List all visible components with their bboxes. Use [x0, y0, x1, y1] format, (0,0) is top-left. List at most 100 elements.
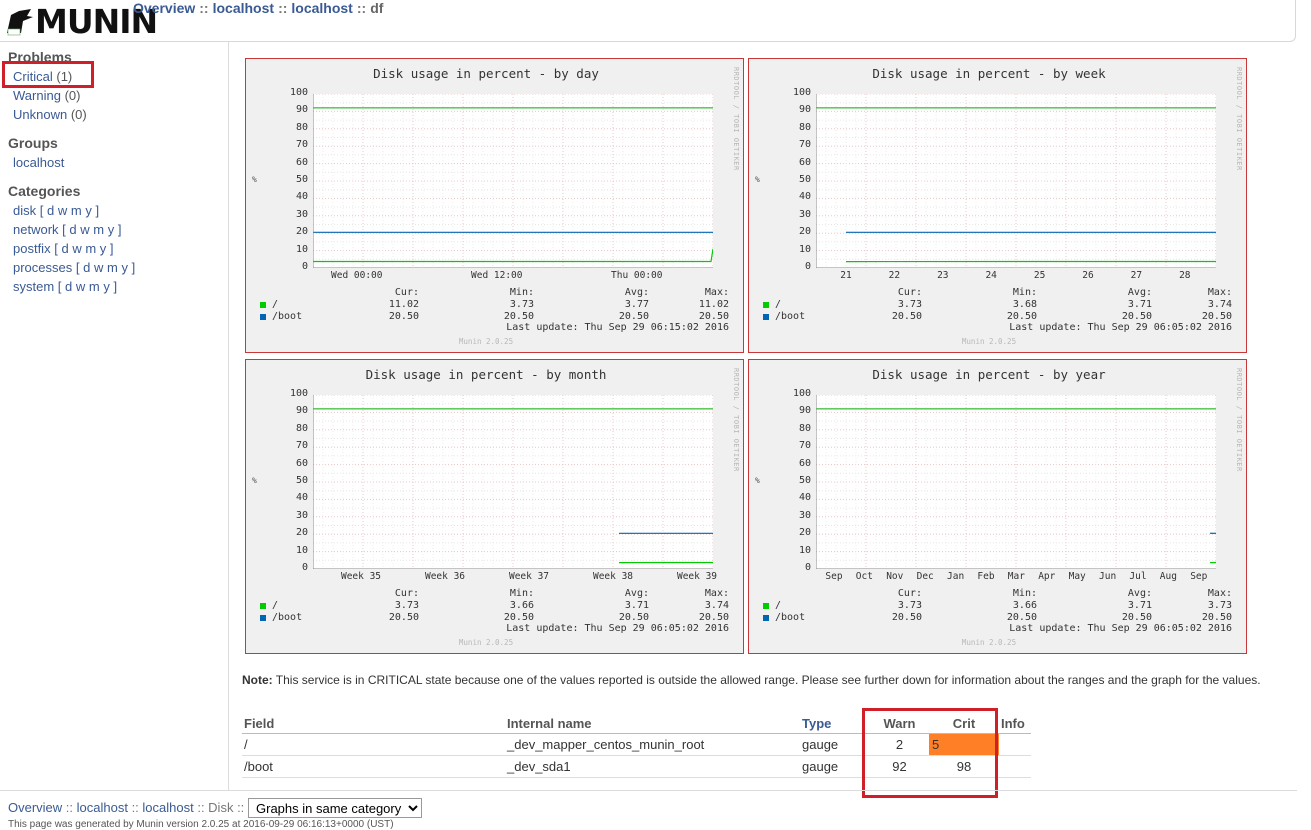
- category-period-link[interactable]: m: [85, 241, 96, 256]
- y-tick-label: 10: [268, 244, 308, 255]
- y-tick-label: 90: [268, 405, 308, 416]
- legend-swatch: [763, 615, 769, 621]
- legend-value: 3.66: [464, 600, 534, 611]
- category-link[interactable]: disk: [13, 203, 36, 218]
- category-period-link[interactable]: w: [72, 241, 81, 256]
- internal-name-cell: _dev_mapper_centos_munin_root: [505, 733, 800, 755]
- disk-usage-graph[interactable]: Disk usage in percent - by monthRRDTOOL …: [245, 359, 744, 654]
- legend-value: 20.50: [579, 612, 649, 623]
- legend-value: 20.50: [579, 311, 649, 322]
- legend-swatch: [260, 302, 266, 308]
- legend-header: Min:: [967, 287, 1037, 298]
- x-tick-label: Sep: [1177, 571, 1221, 582]
- footer-crumb-localhost-host[interactable]: localhost: [142, 800, 193, 815]
- y-tick-label: 90: [771, 104, 811, 115]
- disk-usage-graph[interactable]: Disk usage in percent - by yearRRDTOOL /…: [748, 359, 1247, 654]
- munin-logo[interactable]: MUNIN: [5, 3, 127, 39]
- legend-value: 20.50: [1162, 612, 1232, 623]
- munin-version: Munin 2.0.25: [246, 638, 726, 647]
- legend-swatch: [763, 302, 769, 308]
- problem-unknown-link[interactable]: Unknown (0): [13, 107, 87, 123]
- legend-series-name: /: [272, 600, 278, 611]
- y-tick-label: 0: [268, 261, 308, 272]
- category-0-row: disk [ d w m y ]: [13, 203, 99, 219]
- category-period-link[interactable]: y: [103, 279, 110, 294]
- category-period-link[interactable]: y: [100, 241, 107, 256]
- breadcrumb-localhost-group[interactable]: localhost: [213, 0, 274, 16]
- footer-crumb-overview[interactable]: Overview: [8, 800, 62, 815]
- y-tick-label: 50: [268, 174, 308, 185]
- category-period-link[interactable]: d: [47, 203, 54, 218]
- category-period-link[interactable]: d: [65, 279, 72, 294]
- category-period-link[interactable]: d: [83, 260, 90, 275]
- y-tick-label: 80: [771, 423, 811, 434]
- graph-svg: [816, 395, 1216, 569]
- category-period-link[interactable]: w: [58, 203, 67, 218]
- legend-series-name: /: [272, 299, 278, 310]
- x-tick-label: Week 36: [423, 571, 467, 582]
- y-tick-label: 60: [771, 458, 811, 469]
- breadcrumb-overview[interactable]: Overview: [133, 0, 195, 16]
- disk-usage-graph[interactable]: Disk usage in percent - by weekRRDTOOL /…: [748, 58, 1247, 353]
- category-period-link[interactable]: m: [71, 203, 82, 218]
- graph-title: Disk usage in percent - by month: [246, 367, 726, 382]
- y-tick-label: 0: [268, 562, 308, 573]
- category-period-link[interactable]: d: [69, 222, 76, 237]
- y-tick-label: 10: [268, 545, 308, 556]
- internal-name-cell: _dev_sda1: [505, 755, 800, 777]
- category-period-link[interactable]: y: [121, 260, 128, 275]
- category-period-link[interactable]: d: [61, 241, 68, 256]
- category-period-link[interactable]: y: [85, 203, 92, 218]
- legend-value: 20.50: [659, 612, 729, 623]
- last-update-text: Last update: Thu Sep 29 06:15:02 2016: [506, 322, 729, 333]
- category-link[interactable]: network: [13, 222, 59, 237]
- legend-value: 3.74: [659, 600, 729, 611]
- group-localhost-link[interactable]: localhost: [13, 155, 64, 170]
- field-cell: /boot: [242, 755, 505, 777]
- category-period-link[interactable]: w: [76, 279, 85, 294]
- legend-header: Avg:: [1082, 287, 1152, 298]
- legend-header: Avg:: [579, 588, 649, 599]
- category-period-link[interactable]: y: [108, 222, 115, 237]
- problem-warning-link[interactable]: Warning (0): [13, 88, 80, 104]
- disk-usage-graph[interactable]: Disk usage in percent - by dayRRDTOOL / …: [245, 58, 744, 353]
- legend-series-name: /boot: [775, 311, 805, 322]
- x-tick-label: Wed 00:00: [331, 270, 375, 281]
- plot-area: [816, 94, 1216, 268]
- category-period-link[interactable]: w: [80, 222, 89, 237]
- y-tick-label: 100: [771, 388, 811, 399]
- legend-value: 20.50: [852, 612, 922, 623]
- main-content: Disk usage in percent - by dayRRDTOOL / …: [229, 42, 1297, 790]
- category-link[interactable]: postfix: [13, 241, 51, 256]
- category-period-link[interactable]: w: [94, 260, 103, 275]
- y-tick-label: 30: [268, 510, 308, 521]
- breadcrumb: Overview::localhost::localhost::df: [133, 0, 383, 16]
- category-link[interactable]: system: [13, 279, 54, 294]
- plot-area: [816, 395, 1216, 569]
- legend-value: 3.71: [1082, 600, 1152, 611]
- munin-version: Munin 2.0.25: [749, 638, 1229, 647]
- x-tick-label: Wed 12:00: [471, 270, 515, 281]
- groups-heading: Groups: [8, 135, 58, 151]
- x-tick-label: 24: [969, 270, 1013, 281]
- graph-navigation-select[interactable]: Graphs in same category: [248, 798, 422, 818]
- y-tick-label: 20: [268, 527, 308, 538]
- breadcrumb-localhost-host[interactable]: localhost: [291, 0, 352, 16]
- category-period-link[interactable]: m: [93, 222, 104, 237]
- x-tick-label: Week 39: [675, 571, 719, 582]
- category-link[interactable]: processes: [13, 260, 72, 275]
- legend-value: 3.66: [967, 600, 1037, 611]
- x-tick-label: 21: [824, 270, 868, 281]
- col-type[interactable]: Type: [800, 715, 870, 733]
- y-tick-label: 10: [771, 545, 811, 556]
- legend-value: 3.71: [579, 600, 649, 611]
- legend-value: 20.50: [659, 311, 729, 322]
- last-update-text: Last update: Thu Sep 29 06:05:02 2016: [506, 623, 729, 634]
- x-tick-label: 23: [921, 270, 965, 281]
- category-period-link[interactable]: m: [107, 260, 118, 275]
- footer-crumb-localhost-group[interactable]: localhost: [77, 800, 128, 815]
- category-period-link[interactable]: m: [89, 279, 100, 294]
- legend-value: 3.73: [852, 600, 922, 611]
- legend-value: 20.50: [852, 311, 922, 322]
- munin-version: Munin 2.0.25: [246, 337, 726, 346]
